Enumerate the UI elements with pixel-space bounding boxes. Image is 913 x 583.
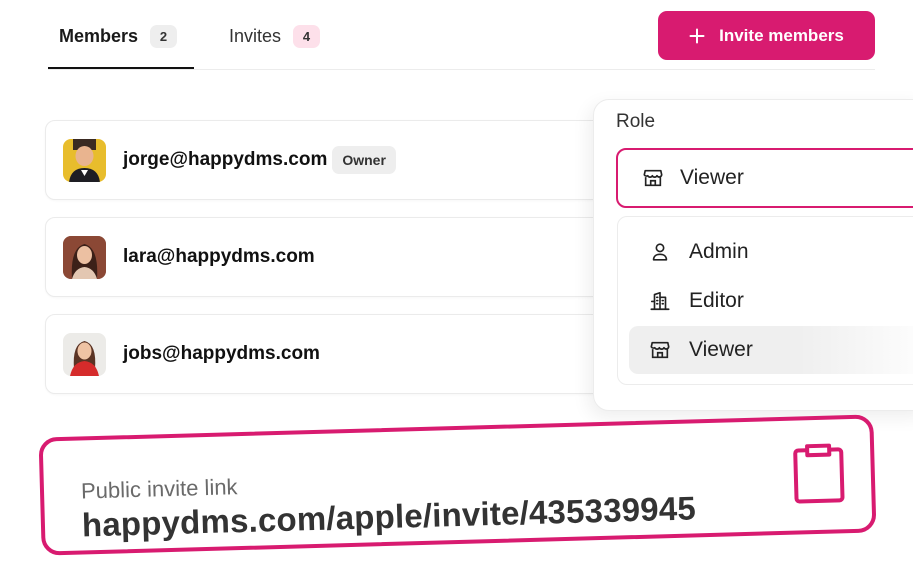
tab-members-label: Members — [59, 25, 139, 46]
invite-members-button[interactable]: Invite members — [658, 11, 875, 60]
owner-badge: Owner — [332, 146, 396, 174]
invites-count-badge: 4 — [293, 24, 321, 48]
role-option-admin[interactable]: Admin — [629, 228, 913, 276]
member-email: jobs@happydms.com — [123, 343, 320, 364]
member-row[interactable]: lara@happydms.com — [45, 217, 665, 297]
role-select[interactable]: Viewer — [616, 148, 913, 208]
member-row[interactable]: jobs@happydms.com — [45, 314, 665, 394]
active-tab-indicator — [48, 67, 194, 69]
invite-link-card: Public invite link happydms.com/apple/in… — [38, 414, 877, 556]
role-options-list: Admin Editor Viewer — [617, 216, 913, 385]
role-option-label: Viewer — [689, 338, 753, 361]
member-row[interactable]: jorge@happydms.com Owner — [45, 120, 665, 200]
avatar — [63, 235, 106, 279]
person-icon — [652, 243, 668, 261]
plus-icon — [689, 28, 705, 43]
role-option-editor[interactable]: Editor — [629, 277, 913, 325]
tab-invites-label: Invites — [229, 25, 282, 46]
storefront-icon — [650, 341, 670, 359]
storefront-icon — [643, 169, 663, 187]
building-icon — [650, 291, 670, 311]
role-option-label: Admin — [689, 240, 749, 263]
clipboard-icon[interactable] — [790, 441, 848, 505]
role-label: Role — [616, 111, 656, 132]
members-count-badge: 2 — [150, 24, 178, 48]
role-dropdown-panel: Role Viewer Admin Editor Viewer — [593, 99, 913, 411]
avatar — [63, 332, 106, 376]
tab-members[interactable]: Members 2 — [59, 22, 178, 50]
invite-members-label: Invite members — [719, 25, 844, 45]
role-option-label: Editor — [689, 289, 744, 312]
role-option-viewer[interactable]: Viewer — [629, 326, 913, 374]
role-selected-value: Viewer — [680, 166, 744, 189]
member-email: lara@happydms.com — [123, 246, 315, 267]
invite-link-label: Public invite link — [80, 474, 238, 504]
avatar — [63, 138, 106, 182]
member-email: jorge@happydms.com — [123, 149, 328, 170]
tab-invites[interactable]: Invites 4 — [229, 22, 321, 50]
